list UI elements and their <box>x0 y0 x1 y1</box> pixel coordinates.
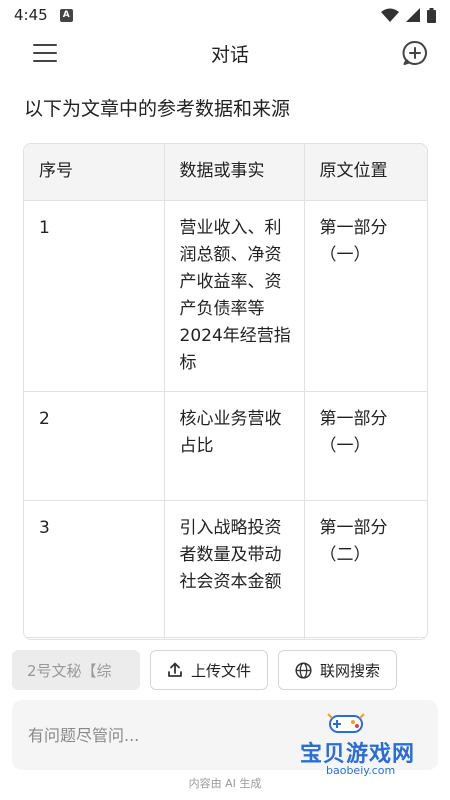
table-row: 1 营业收入、利润总额、净资产收益率、资产负债率等2024年经营指标 第一部分（… <box>24 200 427 392</box>
status-right <box>381 7 436 23</box>
web-search-label: 联网搜索 <box>320 661 381 680</box>
table-row: 2 核心业务营收占比 第一部分（一） <box>24 391 427 501</box>
watermark-logo: 宝贝游戏网 baobeiy.com <box>300 706 425 782</box>
upload-icon <box>168 662 182 677</box>
table-row <box>24 637 427 639</box>
table-cell <box>304 637 427 639</box>
gamepad-icon <box>327 713 365 733</box>
assistant-selector-label: 2号文秘【综 <box>27 661 112 680</box>
wifi-icon <box>381 8 399 22</box>
globe-icon <box>295 661 312 679</box>
table-cell: 1 <box>24 200 165 392</box>
table-cell <box>164 637 305 639</box>
table-header-location: 原文位置 <box>304 144 427 201</box>
message-intro: 以下为文章中的参考数据和来源 <box>24 98 291 120</box>
table-cell: 第一部分（二） <box>304 500 427 638</box>
watermark-url: baobeiy.com <box>326 764 396 777</box>
table-cell: 2 <box>24 391 165 501</box>
table-header-index: 序号 <box>24 144 165 201</box>
upload-file-label: 上传文件 <box>191 661 252 680</box>
battery-icon <box>427 7 436 23</box>
table-cell <box>24 637 165 639</box>
table-cell: 第一部分（一） <box>304 391 427 501</box>
data-table: 序号 数据或事实 原文位置 1 营业收入、利润总额、净资产收益率、资产负债率等2… <box>24 144 427 639</box>
status-time: 4:45 <box>14 6 48 24</box>
app-bar: 对话 <box>0 30 450 76</box>
web-search-button[interactable]: 联网搜索 <box>278 650 398 690</box>
table-header-data: 数据或事实 <box>164 144 305 201</box>
assistant-selector-button[interactable]: 2号文秘【综 <box>12 650 140 690</box>
table-cell: 第一部分（一） <box>304 200 427 392</box>
action-row: 2号文秘【综 上传文件 联网搜索 <box>12 650 398 690</box>
table-row: 3 引入战略投资者数量及带动社会资本金额 第一部分（二） <box>24 500 427 638</box>
table-cell: 3 <box>24 500 165 638</box>
status-bar: 4:45 A <box>0 0 450 30</box>
upload-file-button[interactable]: 上传文件 <box>150 650 269 690</box>
table-header-row: 序号 数据或事实 原文位置 <box>24 144 427 201</box>
table-cell: 核心业务营收占比 <box>164 391 305 501</box>
reference-table[interactable]: 序号 数据或事实 原文位置 1 营业收入、利润总额、净资产收益率、资产负债率等2… <box>23 143 428 640</box>
page-title: 对话 <box>210 43 249 66</box>
menu-icon[interactable] <box>32 41 58 65</box>
table-cell: 引入战略投资者数量及带动社会资本金额 <box>164 500 305 638</box>
table-cell: 营业收入、利润总额、净资产收益率、资产负债率等2024年经营指标 <box>164 200 305 392</box>
status-left: 4:45 A <box>14 6 73 24</box>
signal-icon <box>406 8 420 22</box>
new-chat-icon[interactable] <box>402 40 428 66</box>
notification-icon: A <box>59 8 73 22</box>
